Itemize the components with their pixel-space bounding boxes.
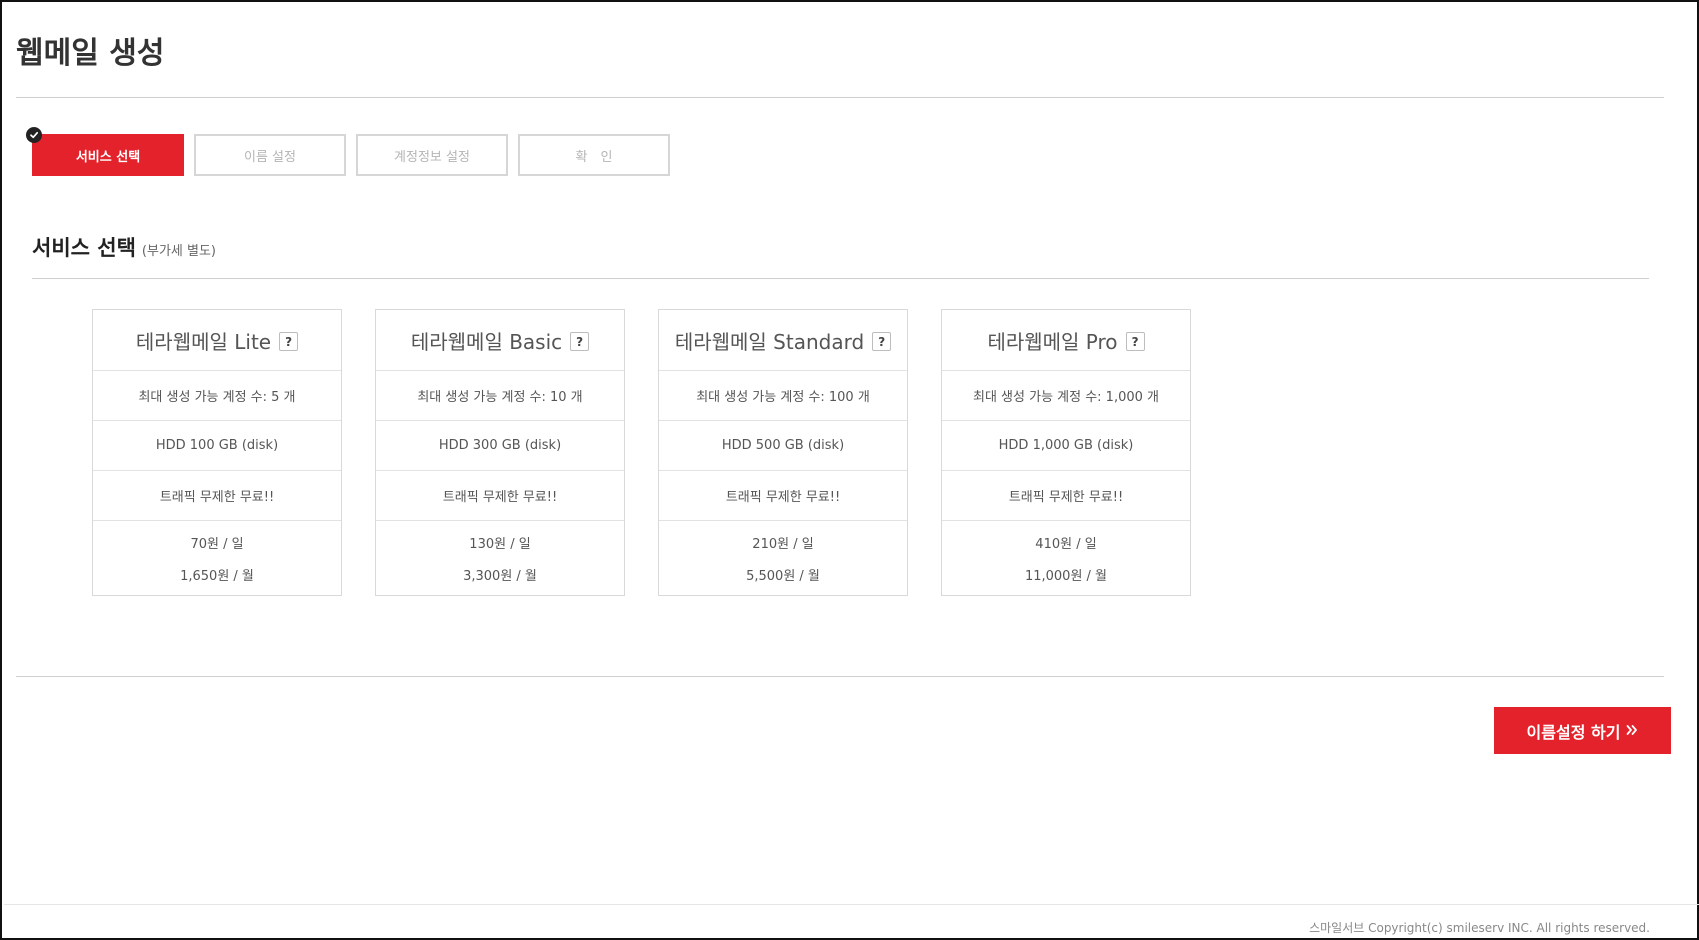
plan-accounts: 최대 생성 가능 계정 수: 10 개 <box>376 371 624 421</box>
actions-divider <box>16 676 1664 677</box>
plan-storage: HDD 500 GB (disk) <box>659 421 907 471</box>
footer-divider <box>4 904 1699 905</box>
plan-list: 테라웹메일 Lite ? 최대 생성 가능 계정 수: 5 개 HDD 100 … <box>92 309 1191 596</box>
step-confirm[interactable]: 확 인 <box>518 134 670 176</box>
plan-traffic: 트래픽 무제한 무료!! <box>942 471 1190 521</box>
section-header: 서비스 선택 (부가세 별도) <box>32 232 216 262</box>
step-navigation: 서비스 선택 이름 설정 계정정보 설정 확 인 <box>26 127 670 176</box>
plan-storage: HDD 100 GB (disk) <box>93 421 341 471</box>
plan-price: 210원 / 일 5,500원 / 월 <box>659 521 907 596</box>
price-per-day: 210원 / 일 <box>752 537 814 552</box>
plan-card-basic[interactable]: 테라웹메일 Basic ? 최대 생성 가능 계정 수: 10 개 HDD 30… <box>375 309 625 596</box>
check-circle-icon <box>26 127 42 143</box>
plan-accounts: 최대 생성 가능 계정 수: 1,000 개 <box>942 371 1190 421</box>
help-icon[interactable]: ? <box>1125 332 1145 351</box>
step-label: 확 인 <box>575 149 613 165</box>
plan-price: 410원 / 일 11,000원 / 월 <box>942 521 1190 596</box>
plan-accounts: 최대 생성 가능 계정 수: 5 개 <box>93 371 341 421</box>
plan-card-standard[interactable]: 테라웹메일 Standard ? 최대 생성 가능 계정 수: 100 개 HD… <box>658 309 908 596</box>
price-per-month: 3,300원 / 월 <box>463 569 537 584</box>
plan-header: 테라웹메일 Lite ? <box>93 310 341 371</box>
step-name-setting[interactable]: 이름 설정 <box>194 134 346 176</box>
plan-header: 테라웹메일 Pro ? <box>942 310 1190 371</box>
plan-accounts: 최대 생성 가능 계정 수: 100 개 <box>659 371 907 421</box>
footer-copyright: 스마일서브 Copyright(c) smileserv INC. All ri… <box>1309 921 1650 935</box>
section-divider <box>32 278 1649 279</box>
plan-storage: HDD 300 GB (disk) <box>376 421 624 471</box>
help-icon[interactable]: ? <box>872 332 892 351</box>
plan-card-lite[interactable]: 테라웹메일 Lite ? 최대 생성 가능 계정 수: 5 개 HDD 100 … <box>92 309 342 596</box>
plan-storage: HDD 1,000 GB (disk) <box>942 421 1190 471</box>
price-per-day: 70원 / 일 <box>190 537 244 552</box>
plan-traffic: 트래픽 무제한 무료!! <box>659 471 907 521</box>
help-icon[interactable]: ? <box>279 332 299 351</box>
plan-name: 테라웹메일 Pro <box>987 329 1118 354</box>
section-title: 서비스 선택 <box>32 236 136 260</box>
plan-card-pro[interactable]: 테라웹메일 Pro ? 최대 생성 가능 계정 수: 1,000 개 HDD 1… <box>941 309 1191 596</box>
plan-name: 테라웹메일 Lite <box>135 329 272 354</box>
price-per-month: 5,500원 / 월 <box>746 569 820 584</box>
step-label: 이름 설정 <box>244 149 296 165</box>
step-service-select[interactable]: 서비스 선택 <box>26 127 184 176</box>
plan-price: 70원 / 일 1,650원 / 월 <box>93 521 341 596</box>
plan-price: 130원 / 일 3,300원 / 월 <box>376 521 624 596</box>
step-label: 계정정보 설정 <box>394 149 470 165</box>
vat-note: (부가세 별도) <box>141 244 216 259</box>
page-title: 웹메일 생성 <box>16 36 165 71</box>
next-step-button[interactable]: 이름설정 하기 <box>1494 707 1671 754</box>
plan-name: 테라웹메일 Basic <box>410 329 563 354</box>
price-per-month: 11,000원 / 월 <box>1024 569 1108 584</box>
step-account-setting[interactable]: 계정정보 설정 <box>356 134 508 176</box>
step-label: 서비스 선택 <box>75 149 141 165</box>
double-chevron-right-icon <box>1626 721 1638 740</box>
plan-header: 테라웹메일 Basic ? <box>376 310 624 371</box>
plan-header: 테라웹메일 Standard ? <box>659 310 907 371</box>
plan-name: 테라웹메일 Standard <box>674 329 865 354</box>
price-per-day: 410원 / 일 <box>1035 537 1097 552</box>
help-icon[interactable]: ? <box>570 332 590 351</box>
next-step-label: 이름설정 하기 <box>1526 722 1621 742</box>
page-frame: 웹메일 생성 서비스 선택 이름 설정 계정정보 설정 확 인 서비스 선택 (… <box>0 0 1699 940</box>
price-per-day: 130원 / 일 <box>469 537 531 552</box>
price-per-month: 1,650원 / 월 <box>180 569 254 584</box>
plan-traffic: 트래픽 무제한 무료!! <box>93 471 341 521</box>
plan-traffic: 트래픽 무제한 무료!! <box>376 471 624 521</box>
title-divider <box>16 97 1664 98</box>
